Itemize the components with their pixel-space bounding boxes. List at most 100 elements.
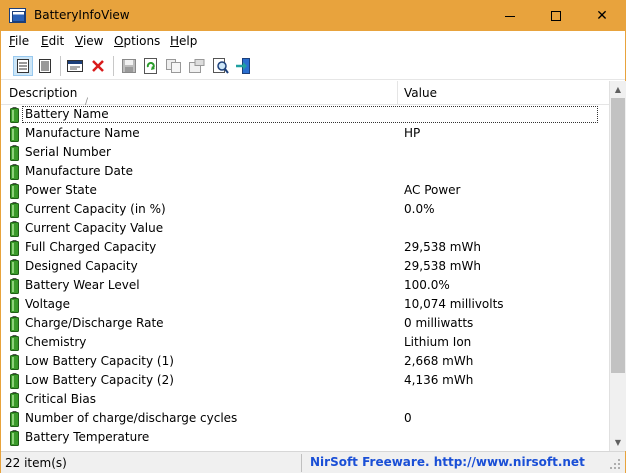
row-description: Manufacture Date: [25, 164, 133, 178]
properties-window-button[interactable]: [65, 56, 85, 76]
battery-info-mode-button[interactable]: [13, 56, 33, 76]
table-row[interactable]: Charge/Discharge Rate 0 milliwatts: [1, 314, 609, 333]
row-value: 0.0%: [404, 202, 435, 216]
nirsoft-link[interactable]: NirSoft Freeware. http://www.nirsoft.net: [310, 455, 585, 469]
column-header-description[interactable]: Description ∕: [1, 81, 398, 107]
properties-icon: [189, 59, 205, 73]
table-row[interactable]: Current Capacity (in %) 0.0%: [1, 200, 609, 219]
resize-grip-icon[interactable]: [609, 458, 621, 470]
find-button[interactable]: [211, 56, 231, 76]
scroll-down-button[interactable]: ▼: [610, 434, 626, 451]
row-description: Charge/Discharge Rate: [25, 316, 164, 330]
menu-edit[interactable]: Edit: [41, 34, 64, 48]
battery-log-mode-icon: [39, 59, 51, 73]
menu-bar: File Edit View Options Help: [1, 31, 625, 52]
row-description: Full Charged Capacity: [25, 240, 157, 254]
window-title: BatteryInfoView: [34, 8, 130, 22]
table-row[interactable]: Serial Number: [1, 143, 609, 162]
battery-icon: [10, 259, 19, 275]
row-value: 29,538 mWh: [404, 240, 481, 254]
minimize-button[interactable]: [487, 1, 533, 31]
toolbar-separator: [113, 56, 114, 76]
table-row[interactable]: Full Charged Capacity 29,538 mWh: [1, 238, 609, 257]
copy-button[interactable]: [164, 56, 184, 76]
scroll-up-button[interactable]: ▲: [610, 81, 626, 98]
row-description: Voltage: [25, 297, 71, 311]
battery-icon: [10, 202, 19, 218]
battery-info-mode-icon: [17, 59, 29, 73]
battery-icon: [10, 430, 19, 446]
row-value: AC Power: [404, 183, 461, 197]
find-icon: [213, 58, 229, 74]
app-window: BatteryInfoView ✕ File Edit View Options…: [0, 0, 626, 473]
battery-icon: [10, 240, 19, 256]
table-row[interactable]: Manufacture Date: [1, 162, 609, 181]
toolbar: [1, 52, 625, 80]
column-header-value[interactable]: Value: [398, 81, 609, 105]
table-row[interactable]: Low Battery Capacity (2) 4,136 mWh: [1, 371, 609, 390]
table-row[interactable]: Manufacture Name HP: [1, 124, 609, 143]
exit-icon: [236, 58, 250, 74]
scroll-down-arrow-icon: ▼: [614, 438, 622, 447]
save-icon: [122, 59, 136, 73]
row-description: Designed Capacity: [25, 259, 138, 273]
menu-file[interactable]: File: [9, 34, 29, 48]
vertical-scrollbar[interactable]: ▲ ▼: [609, 81, 626, 451]
battery-icon: [10, 411, 19, 427]
battery-icon: [10, 335, 19, 351]
table-row[interactable]: Current Capacity Value: [1, 219, 609, 238]
save-button[interactable]: [119, 56, 139, 76]
row-description: Number of charge/discharge cycles: [25, 411, 238, 425]
row-description: Battery Temperature: [25, 430, 150, 444]
table-row[interactable]: Low Battery Capacity (1) 2,668 mWh: [1, 352, 609, 371]
list-rows: Battery Name Manufacture Name HP Serial Num…: [1, 105, 609, 451]
row-value: 100.0%: [404, 278, 450, 292]
table-row[interactable]: Battery Temperature: [1, 428, 609, 447]
row-value: 0: [404, 411, 412, 425]
refresh-button[interactable]: [141, 56, 161, 76]
table-row[interactable]: Designed Capacity 29,538 mWh: [1, 257, 609, 276]
table-row[interactable]: Battery Name: [1, 105, 609, 124]
row-value: 10,074 millivolts: [404, 297, 504, 311]
battery-icon: [10, 164, 19, 180]
table-row[interactable]: Battery Wear Level 100.0%: [1, 276, 609, 295]
table-row[interactable]: Voltage 10,074 millivolts: [1, 295, 609, 314]
refresh-icon: [144, 58, 157, 74]
properties-button[interactable]: [187, 56, 207, 76]
row-description: Power State: [25, 183, 97, 197]
copy-icon: [166, 59, 181, 73]
row-value: 0 milliwatts: [404, 316, 474, 330]
scroll-thumb[interactable]: [611, 98, 625, 373]
battery-icon: [10, 183, 19, 199]
battery-info-list[interactable]: Description ∕ Value Battery Name Manufact…: [1, 81, 626, 451]
menu-help[interactable]: Help: [170, 34, 197, 48]
item-count: 22 item(s): [5, 456, 67, 470]
delete-button[interactable]: [88, 56, 108, 76]
table-row[interactable]: Critical Bias: [1, 390, 609, 409]
exit-button[interactable]: [233, 56, 253, 76]
properties-window-icon: [67, 60, 83, 72]
status-bar: 22 item(s) NirSoft Freeware. http://www.…: [1, 451, 625, 473]
row-value: 29,538 mWh: [404, 259, 481, 273]
maximize-button[interactable]: [533, 1, 579, 31]
table-row[interactable]: Power State AC Power: [1, 181, 609, 200]
menu-options[interactable]: Options: [114, 34, 160, 48]
row-description: Current Capacity (in %): [25, 202, 166, 216]
title-bar[interactable]: BatteryInfoView ✕: [1, 1, 625, 31]
battery-icon: [10, 354, 19, 370]
close-icon: ✕: [596, 8, 608, 24]
toolbar-separator: [60, 56, 61, 76]
table-row[interactable]: Number of charge/discharge cycles 0: [1, 409, 609, 428]
row-description: Serial Number: [25, 145, 111, 159]
close-button[interactable]: ✕: [579, 1, 625, 31]
status-divider: [301, 454, 302, 472]
battery-icon: [10, 392, 19, 408]
battery-log-mode-button[interactable]: [35, 56, 55, 76]
row-description: Chemistry: [25, 335, 87, 349]
row-description: Low Battery Capacity (1): [25, 354, 174, 368]
table-row[interactable]: Chemistry Lithium Ion: [1, 333, 609, 352]
menu-view[interactable]: View: [75, 34, 103, 48]
maximize-icon: [551, 11, 561, 21]
row-description: Low Battery Capacity (2): [25, 373, 174, 387]
battery-icon: [10, 373, 19, 389]
